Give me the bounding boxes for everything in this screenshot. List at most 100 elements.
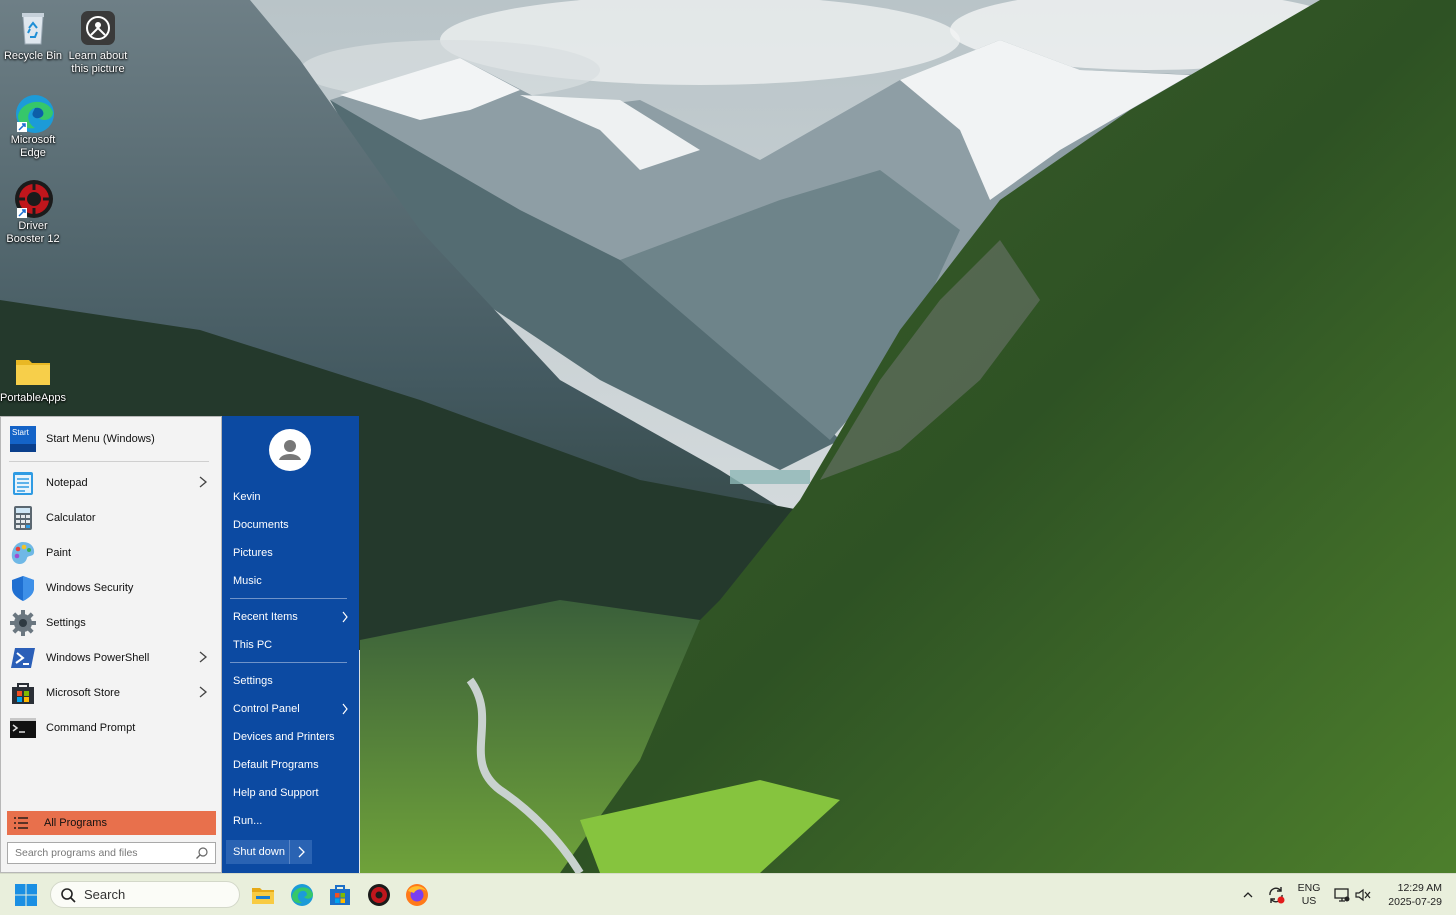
taskbar-driver-booster[interactable]	[366, 882, 392, 908]
places-run[interactable]: Run...	[233, 810, 349, 832]
pinned-windows-powershell-label: Windows PowerShell	[46, 652, 150, 664]
pinned-windows-security-label: Windows Security	[46, 582, 134, 594]
music-label: Music	[233, 575, 262, 587]
portableapps-desktop-icon[interactable]: PortableApps	[0, 350, 66, 405]
notepad-icon	[9, 469, 37, 497]
taskbar-edge[interactable]	[289, 882, 315, 908]
taskbar-search-label: Search	[84, 887, 126, 902]
pictures-label: Pictures	[233, 547, 273, 559]
tray-volume[interactable]	[1354, 886, 1372, 904]
start-menu: Start Start Menu (Windows) Notepad Calcu…	[0, 416, 359, 873]
pinned-calculator[interactable]: Calculator	[9, 502, 215, 534]
edge-icon	[291, 884, 313, 906]
places-user-kevin[interactable]: Kevin	[233, 486, 349, 508]
folder-icon	[252, 888, 274, 904]
places-help-support[interactable]: Help and Support	[233, 782, 349, 804]
learn-about-picture-desktop-icon[interactable]: Learn about this picture	[65, 8, 131, 76]
taskbar-firefox[interactable]	[404, 882, 430, 908]
recycle-bin-label: Recycle Bin	[3, 50, 63, 62]
powershell-icon	[9, 644, 37, 672]
clock-time: 12:29 AM	[1397, 882, 1442, 894]
microsoft-store-icon	[330, 885, 350, 905]
command-prompt-icon	[9, 714, 37, 742]
documents-label: Documents	[233, 519, 289, 531]
shutdown-options-button[interactable]	[289, 840, 312, 864]
chevron-up-icon	[1243, 892, 1253, 898]
volume-muted-icon	[1355, 888, 1371, 902]
taskbar-search-box[interactable]: Search	[50, 881, 240, 908]
places-control-panel[interactable]: Control Panel	[233, 698, 349, 720]
start-menu-programs-pane: Start Start Menu (Windows) Notepad Calcu…	[0, 416, 222, 873]
places-devices-printers[interactable]: Devices and Printers	[233, 726, 349, 748]
places-pictures[interactable]: Pictures	[233, 542, 349, 564]
search-icon	[61, 887, 76, 903]
settings-label: Settings	[233, 675, 273, 687]
paint-palette-icon	[9, 539, 37, 567]
gear-icon	[9, 609, 37, 637]
places-documents[interactable]: Documents	[233, 514, 349, 536]
places-settings[interactable]: Settings	[233, 670, 349, 692]
tray-clock[interactable]: 12:29 AM 2025-07-29	[1380, 881, 1442, 909]
pinned-paint[interactable]: Paint	[9, 537, 215, 569]
clock-date: 2025-07-29	[1388, 896, 1442, 908]
pinned-notepad-label: Notepad	[46, 477, 88, 489]
places-this-pc[interactable]: This PC	[233, 634, 349, 656]
places-music[interactable]: Music	[233, 570, 349, 592]
default-programs-label: Default Programs	[233, 759, 319, 771]
edge-label: Microsoft Edge	[10, 134, 56, 159]
pinned-settings-label: Settings	[46, 617, 86, 629]
recent-items-label: Recent Items	[233, 611, 298, 623]
firefox-icon	[406, 884, 428, 906]
pinned-paint-label: Paint	[46, 547, 72, 559]
list-icon	[14, 817, 28, 829]
taskbar-file-explorer[interactable]	[250, 882, 276, 908]
pinned-notepad[interactable]: Notepad	[9, 467, 215, 499]
pinned-microsoft-store-label: Microsoft Store	[46, 687, 120, 699]
control-panel-label: Control Panel	[233, 703, 300, 715]
start-menu-logo-icon: Start	[9, 425, 37, 453]
pinned-settings[interactable]: Settings	[9, 607, 215, 639]
language-code: ENG	[1297, 882, 1321, 894]
pinned-calculator-label: Calculator	[46, 512, 96, 524]
start-menu-header[interactable]: Start Start Menu (Windows)	[9, 423, 215, 455]
learn-about-picture-label: Learn about this picture	[68, 50, 128, 75]
tray-sync-alert[interactable]	[1266, 885, 1286, 905]
network-icon	[1334, 888, 1350, 902]
pinned-windows-powershell[interactable]: Windows PowerShell	[9, 642, 215, 674]
start-search-input[interactable]: Search programs and files	[7, 842, 216, 864]
pinned-windows-security[interactable]: Windows Security	[9, 572, 215, 604]
recycle-bin-icon	[13, 8, 53, 48]
chevron-right-icon	[342, 611, 348, 623]
help-support-label: Help and Support	[233, 787, 319, 799]
chevron-right-icon	[342, 703, 348, 715]
tray-overflow-chevron[interactable]	[1241, 888, 1255, 902]
chevron-right-icon	[199, 476, 208, 488]
folder-icon	[13, 350, 53, 390]
keyboard-layout: US	[1301, 895, 1317, 907]
all-programs-label: All Programs	[44, 817, 107, 829]
tray-language[interactable]: ENG US	[1296, 882, 1322, 908]
shutdown-label: Shut down	[233, 846, 285, 858]
shield-icon	[9, 574, 37, 602]
calculator-icon	[9, 504, 37, 532]
start-menu-places-pane: Kevin Documents Pictures Music Recent It…	[222, 416, 359, 873]
places-recent-items[interactable]: Recent Items	[233, 606, 349, 628]
pinned-microsoft-store[interactable]: Microsoft Store	[9, 677, 215, 709]
tray-network[interactable]	[1333, 886, 1351, 904]
chevron-right-icon	[199, 651, 208, 663]
all-programs-button[interactable]: All Programs	[7, 811, 216, 835]
places-default-programs[interactable]: Default Programs	[233, 754, 349, 776]
pinned-command-prompt[interactable]: Command Prompt	[9, 712, 215, 744]
driver-booster-desktop-icon[interactable]: Driver Booster 12	[0, 178, 66, 246]
start-search-placeholder: Search programs and files	[15, 847, 138, 859]
start-button[interactable]	[14, 883, 40, 907]
recycle-bin-desktop-icon[interactable]: Recycle Bin	[0, 8, 66, 63]
taskbar-microsoft-store[interactable]	[327, 882, 353, 908]
driver-booster-icon	[13, 178, 53, 218]
edge-desktop-icon[interactable]: Microsoft Edge	[0, 92, 66, 160]
user-icon	[279, 440, 301, 460]
user-avatar[interactable]	[269, 429, 311, 471]
search-icon	[196, 847, 208, 859]
taskbar: Search ENG US 12:29 AM 2025-07-29	[0, 873, 1456, 915]
places-divider	[230, 598, 347, 599]
